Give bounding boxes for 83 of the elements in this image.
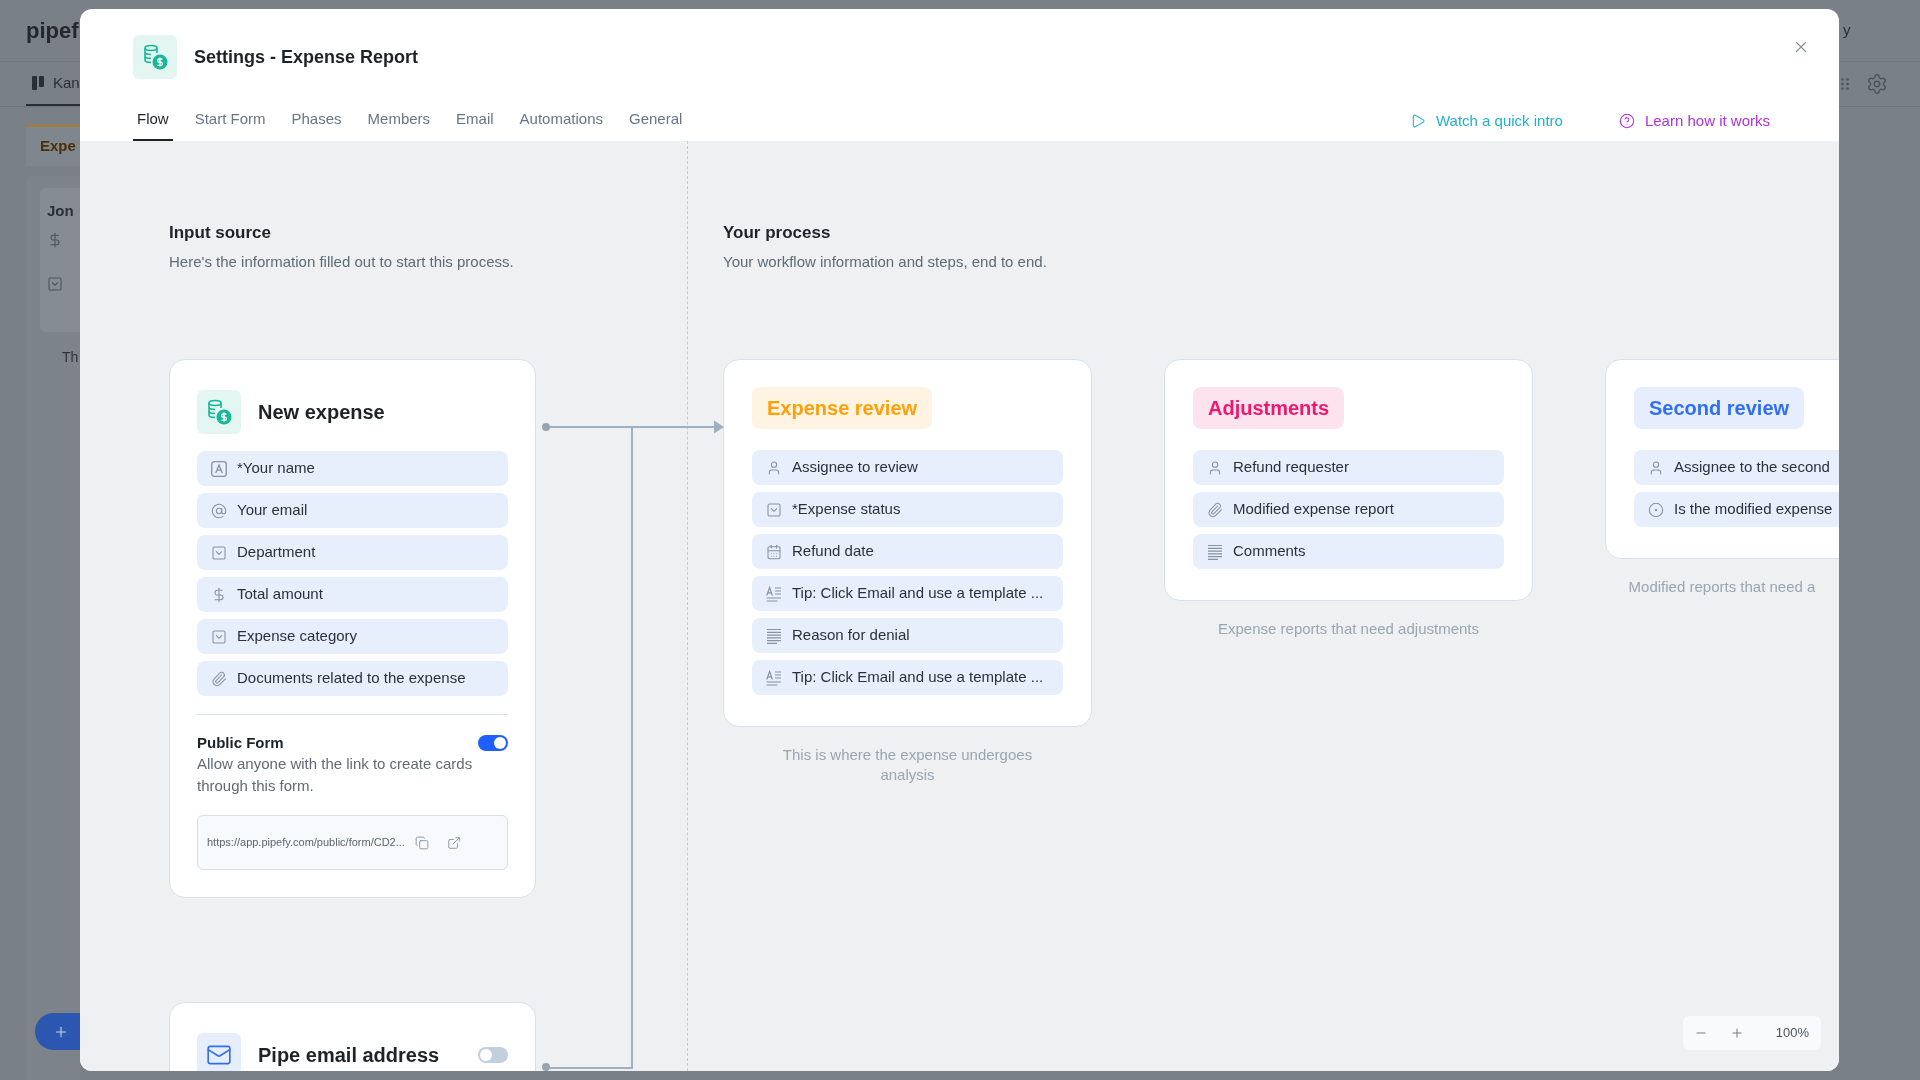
phase-title: Second review [1634, 387, 1805, 429]
field-label: Tip: Click Email and use a template ... [792, 583, 1044, 604]
url-text: https://app.pipefy.com/public/form/CD2... [207, 835, 405, 851]
url-field[interactable]: https://app.pipefy.com/public/form/CD2... [197, 815, 508, 870]
paperclip-icon [211, 670, 227, 687]
phase-description: Modified reports that need a [1627, 577, 1817, 597]
phase-title: Expense review [752, 387, 933, 429]
tab[interactable]: Phases [287, 99, 346, 141]
copy-icon [414, 835, 429, 850]
coins-icon [197, 390, 241, 434]
text-lines-icon [766, 669, 782, 686]
field-label: Reason for denial [792, 625, 910, 646]
board-icon [32, 76, 44, 90]
field-label: Expense category [237, 626, 358, 647]
zoom-level: 100% [1775, 1024, 1809, 1043]
card-title: Pipe email address [258, 1043, 440, 1068]
intro-video-link[interactable]: Watch a quick intro [1409, 111, 1563, 131]
user-icon [766, 459, 782, 476]
field-label: Comments [1233, 541, 1306, 562]
tab[interactable]: General [625, 99, 687, 141]
paperclip-icon [1207, 501, 1223, 518]
board-card[interactable]: Jon [40, 188, 80, 332]
field-label: Refund date [792, 541, 874, 562]
tab[interactable]: Automations [515, 99, 607, 141]
phase-name: Expe [40, 136, 76, 157]
letter-box-icon [211, 460, 227, 477]
connector-dot [542, 423, 550, 431]
chevron-box-icon [47, 276, 63, 292]
card-note: Th [62, 348, 80, 367]
card-title: Jon [47, 201, 75, 221]
tab[interactable]: Members [363, 99, 435, 141]
field-label: Total amount [237, 584, 323, 605]
plus-icon [1730, 1026, 1744, 1040]
logo-text: pipef [26, 19, 79, 42]
phase-description: This is where the expense undergoes analysis [781, 745, 1034, 785]
text-lines-icon [766, 627, 782, 644]
field-label: Tip: Click Email and use a template ... [792, 667, 1044, 688]
field-label: *Expense status [792, 499, 901, 520]
dialog-title: Settings - Expense Report [194, 45, 419, 69]
add-button[interactable] [35, 1013, 80, 1050]
chevron-box-icon [766, 501, 782, 518]
card-title: New expense [258, 400, 385, 425]
connector-dot [542, 1063, 550, 1071]
user-icon [1207, 459, 1223, 476]
field-label: Refund requester [1233, 457, 1349, 478]
toggle-switch[interactable] [478, 735, 508, 751]
text-lines-icon [1207, 543, 1223, 560]
section-subtitle: Here's the information filled out to start this process. [169, 252, 514, 272]
header-text: y [1843, 20, 1851, 41]
coins-icon [133, 35, 177, 79]
field-label: *Your name [237, 458, 315, 479]
field-label: Assignee to review [792, 457, 918, 478]
section-title: Your process [723, 222, 831, 244]
dots-grid-icon [1841, 78, 1849, 90]
help-link[interactable]: Learn how it works [1618, 111, 1770, 131]
field-label: Department [237, 542, 316, 563]
public-form-description: Allow anyone with the link to create cards through this form. [197, 754, 474, 796]
toggle-switch[interactable] [478, 1047, 508, 1063]
field-label: Your email [237, 500, 308, 521]
at-sign-icon [211, 502, 227, 519]
public-form-title: Public Form [197, 733, 284, 753]
tab[interactable]: Start Form [190, 99, 270, 141]
dollar-icon [211, 586, 227, 603]
chevron-box-icon [211, 544, 227, 561]
settings-icon[interactable] [1866, 73, 1888, 95]
field-label: Assignee to the second [1674, 457, 1830, 478]
phase-description: Expense reports that need adjustments [1217, 619, 1480, 639]
help-icon [1618, 113, 1635, 129]
tab[interactable]: Email [452, 99, 498, 141]
dollar-icon [47, 232, 63, 248]
calendar-icon [766, 543, 782, 560]
section-title: Input source [169, 222, 271, 244]
field-label: Is the modified expense [1674, 499, 1833, 520]
user-icon [1648, 459, 1664, 476]
section-subtitle: Your workflow information and steps, end to end. [723, 252, 1047, 272]
field-label: Modified expense report [1233, 499, 1394, 520]
field-label: Documents related to the expense [237, 668, 466, 689]
envelope-icon [197, 1033, 241, 1071]
radio-icon [1648, 501, 1664, 518]
external-link-icon [446, 835, 461, 850]
text-lines-icon [766, 585, 782, 602]
chevron-box-icon [211, 628, 227, 645]
phase-title: Adjustments [1193, 387, 1345, 429]
